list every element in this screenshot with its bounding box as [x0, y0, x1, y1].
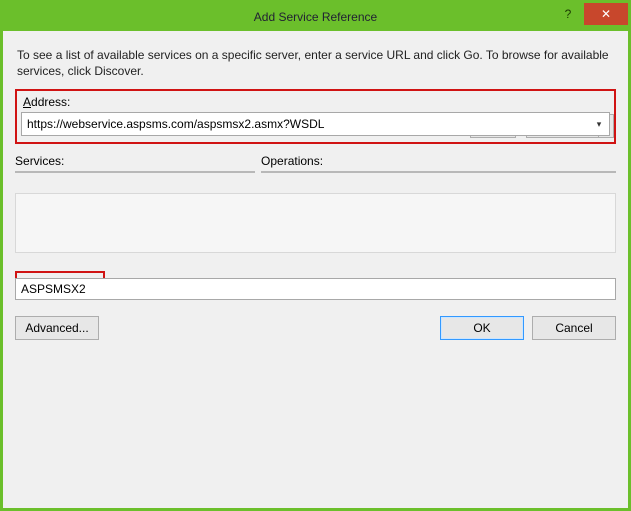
address-combo[interactable]: ▾ — [21, 112, 610, 136]
window-title: Add Service Reference — [3, 10, 628, 24]
dialog-window: Add Service Reference ? ✕ To see a list … — [0, 0, 631, 511]
ok-button[interactable]: OK — [440, 316, 524, 340]
namespace-input[interactable] — [15, 278, 616, 300]
status-area — [15, 193, 616, 253]
instructions-text: To see a list of available services on a… — [17, 47, 614, 79]
services-label: Services: — [15, 154, 255, 168]
namespace-row: Namespace: — [15, 271, 616, 300]
address-highlight: Address: ▾ — [15, 89, 616, 144]
address-input[interactable] — [21, 112, 610, 136]
operations-label: Operations: — [261, 154, 616, 168]
cancel-button[interactable]: Cancel — [532, 316, 616, 340]
window-controls: ? ✕ — [552, 3, 628, 31]
dialog-body: To see a list of available services on a… — [3, 31, 628, 508]
address-label: Address: — [23, 95, 610, 109]
help-icon[interactable]: ? — [553, 3, 583, 25]
chevron-down-icon[interactable]: ▾ — [589, 113, 609, 135]
close-icon[interactable]: ✕ — [584, 3, 628, 25]
titlebar: Add Service Reference ? ✕ — [3, 3, 628, 31]
dialog-button-row: Advanced... OK Cancel — [15, 316, 616, 340]
panes-row: Services: Operations: — [15, 154, 616, 173]
advanced-button[interactable]: Advanced... — [15, 316, 99, 340]
